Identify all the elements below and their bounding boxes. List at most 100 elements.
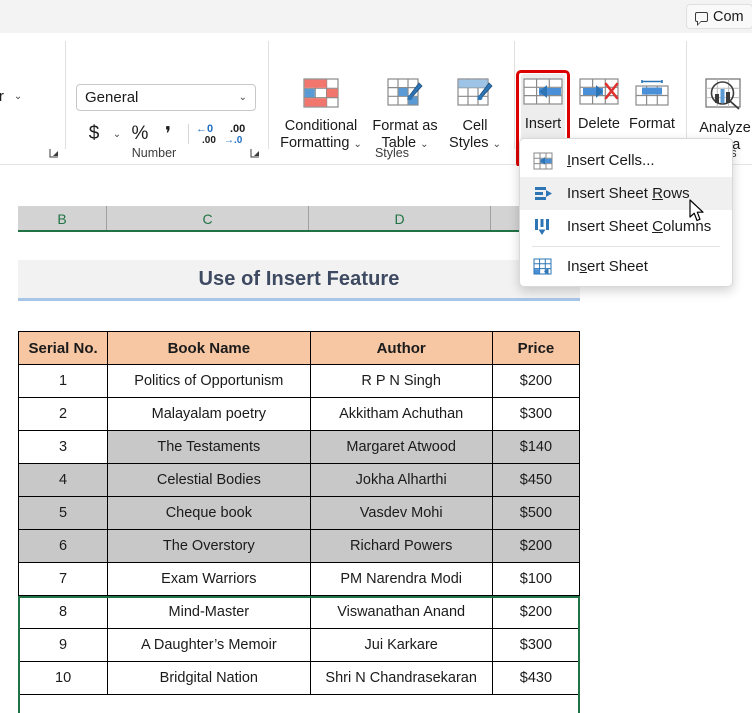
mouse-cursor-icon xyxy=(689,199,706,228)
menu-item-insert-cells[interactable]: Insert Cells... xyxy=(520,144,732,177)
table-cell-price[interactable]: $200 xyxy=(491,364,581,398)
table-cell-serial[interactable]: 10 xyxy=(17,661,109,695)
table-header-row: Serial No. Book Name Author Price xyxy=(17,331,581,365)
increase-decimal-icon: ←0 .00 xyxy=(196,123,216,146)
table-cell-author[interactable]: Viswanathan Anand xyxy=(309,595,493,629)
table-cell-book[interactable]: Bridgital Nation xyxy=(107,661,311,695)
table-cell-price[interactable]: $300 xyxy=(491,628,581,662)
table-cell-book[interactable]: A Daughter’s Memoir xyxy=(107,628,311,662)
table-cell-serial[interactable]: 4 xyxy=(17,463,109,497)
table-cell-serial[interactable]: 5 xyxy=(17,496,109,530)
table-header-cell[interactable]: Book Name xyxy=(107,331,311,365)
alignment-center-button[interactable]: nter ⌄ xyxy=(0,88,22,105)
table-cell-author[interactable]: PM Narendra Modi xyxy=(309,562,493,596)
number-format-value: General xyxy=(85,89,139,106)
format-as-table-button[interactable]: Format as Table ⌄ xyxy=(370,77,440,153)
alignment-dialog-launcher-icon[interactable] xyxy=(48,147,60,159)
conditional-formatting-icon xyxy=(302,77,340,114)
percent-format-button[interactable]: % xyxy=(126,121,154,147)
table-header-cell[interactable]: Serial No. xyxy=(17,331,109,365)
menu-divider xyxy=(532,246,720,247)
table-header-cell[interactable]: Price xyxy=(491,331,581,365)
styles-group-label: Styles xyxy=(374,146,410,160)
analyze-data-label-line1: Analyze xyxy=(699,120,751,136)
table-header-cell[interactable]: Author xyxy=(309,331,493,365)
table-cell-serial[interactable]: 6 xyxy=(17,529,109,563)
table-cell-book[interactable]: Exam Warriors xyxy=(107,562,311,596)
divider xyxy=(188,124,189,144)
table-cell-author[interactable]: Shri N Chandrasekaran xyxy=(309,661,493,695)
table-cell-serial[interactable]: 1 xyxy=(17,364,109,398)
table-row: 10 Bridgital Nation Shri N Chandrasekaran $… xyxy=(17,661,581,695)
group-divider xyxy=(65,41,66,149)
table-cell-author[interactable]: R P N Singh xyxy=(309,364,493,398)
table-cell-price[interactable]: $200 xyxy=(491,529,581,563)
column-selection-underline xyxy=(18,230,581,232)
table-cell-serial[interactable]: 3 xyxy=(17,430,109,464)
column-header-b[interactable]: B xyxy=(18,206,107,231)
table-cell-serial[interactable]: 7 xyxy=(17,562,109,596)
table-cell-book[interactable]: Celestial Bodies xyxy=(107,463,311,497)
menu-item-insert-sheet-rows-label: Insert Sheet Rows xyxy=(567,185,690,202)
table-cell-serial[interactable]: 9 xyxy=(17,628,109,662)
chevron-down-icon[interactable]: ⌄ xyxy=(14,91,22,102)
chevron-down-icon: ⌄ xyxy=(238,92,247,103)
conditional-formatting-button[interactable]: Conditional Formatting ⌄ xyxy=(277,77,365,153)
table-cell-serial[interactable]: 2 xyxy=(17,397,109,431)
table-cell-serial[interactable]: 8 xyxy=(17,595,109,629)
table-cell-book[interactable]: Cheque book xyxy=(107,496,311,530)
table-row: 3 The Testaments Margaret Atwood $140 xyxy=(17,430,581,464)
table-cell-price[interactable]: $450 xyxy=(491,463,581,497)
number-dialog-launcher-icon[interactable] xyxy=(249,147,261,159)
menu-item-insert-sheet[interactable]: Insert Sheet xyxy=(520,250,732,283)
table-row: 9A Daughter’s Memoir Jui Karkare $300 xyxy=(17,628,581,662)
menu-item-insert-cells-label: Insert Cells... xyxy=(567,152,655,169)
table-cell-author[interactable]: Jokha Alharthi xyxy=(309,463,493,497)
analyze-data-icon xyxy=(704,77,746,116)
sheet-title: Use of Insert Feature xyxy=(198,267,400,290)
insert-button-label: Insert xyxy=(524,116,562,132)
table-row: 5 Cheque book Vasdev Mohi $500 xyxy=(17,496,581,530)
table-cell-author[interactable]: Akkitham Achuthan xyxy=(309,397,493,431)
table-cell-author[interactable]: Margaret Atwood xyxy=(309,430,493,464)
table-cell-book[interactable]: Mind-Master xyxy=(107,595,311,629)
comments-button-label: Com xyxy=(713,8,744,25)
cell-styles-icon xyxy=(456,77,494,114)
column-header-d-label: D xyxy=(394,210,405,227)
group-divider xyxy=(514,41,515,149)
format-as-table-icon xyxy=(386,77,424,114)
number-format-select[interactable]: General ⌄ xyxy=(76,84,256,111)
book-table: Serial No. Book Name Author Price 1 Politics … xyxy=(17,331,581,695)
currency-format-label: $ xyxy=(88,123,100,144)
number-group-label: Number xyxy=(131,146,177,160)
comma-format-button[interactable]: ❜ xyxy=(154,121,182,147)
table-cell-price[interactable]: $100 xyxy=(491,562,581,596)
table-cell-price[interactable]: $430 xyxy=(491,661,581,695)
format-as-table-label-line1: Format as xyxy=(372,118,438,134)
column-header-c[interactable]: C xyxy=(107,206,309,231)
table-cell-price[interactable]: $200 xyxy=(491,595,581,629)
cell-styles-button[interactable]: Cell Styles ⌄ xyxy=(443,77,507,153)
comments-button[interactable]: Com xyxy=(686,4,752,29)
alignment-center-label: nter xyxy=(0,88,4,105)
insert-cells-icon xyxy=(523,77,563,112)
table-cell-author[interactable]: Richard Powers xyxy=(309,529,493,563)
table-cell-price[interactable]: $500 xyxy=(491,496,581,530)
table-cell-author[interactable]: Vasdev Mohi xyxy=(309,496,493,530)
column-header-d[interactable]: D xyxy=(309,206,491,231)
currency-dropdown-chevron-down-icon[interactable]: ⌄ xyxy=(108,121,126,147)
insert-sheet-rows-icon xyxy=(533,185,557,203)
table-cell-book[interactable]: Politics of Opportunism xyxy=(107,364,311,398)
table-cell-book[interactable]: The Testaments xyxy=(107,430,311,464)
table-cell-price[interactable]: $300 xyxy=(491,397,581,431)
currency-format-button[interactable]: $ xyxy=(80,121,108,147)
increase-decimal-button[interactable]: ←0 .00 xyxy=(195,121,223,147)
table-cell-book[interactable]: The Overstory xyxy=(107,529,311,563)
sheet-title-band: Use of Insert Feature xyxy=(18,260,580,298)
table-cell-book[interactable]: Malayalam poetry xyxy=(107,397,311,431)
decrease-decimal-button[interactable]: .00 →.0 xyxy=(223,121,251,147)
table-cell-price[interactable]: $140 xyxy=(491,430,581,464)
format-cells-icon xyxy=(632,77,672,112)
comment-bubble-icon xyxy=(695,11,708,26)
table-cell-author[interactable]: Jui Karkare xyxy=(309,628,493,662)
